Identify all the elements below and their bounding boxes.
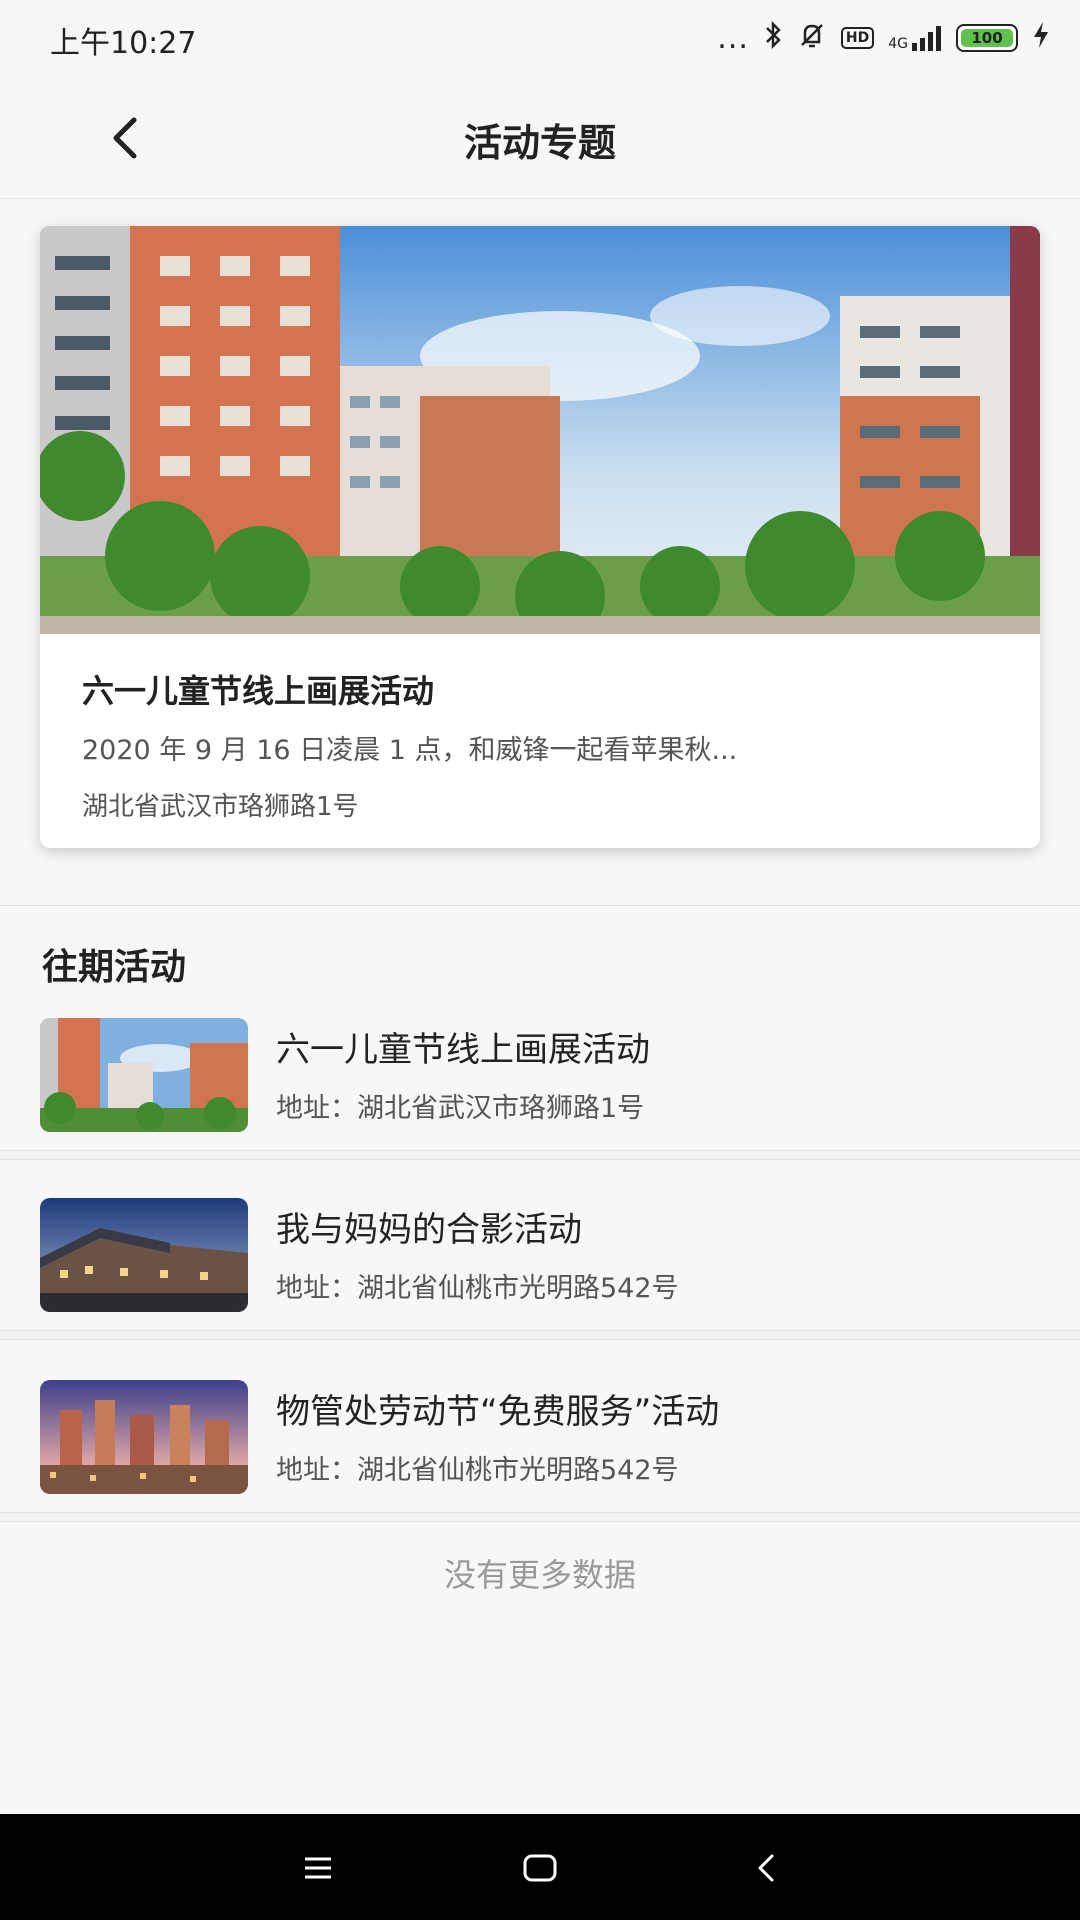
bluetooth-icon	[763, 20, 783, 56]
battery-icon: 100	[956, 24, 1018, 52]
mute-icon	[797, 20, 827, 56]
charging-icon	[1032, 21, 1050, 55]
featured-activity-card[interactable]: 六一儿童节线上画展活动 2020 年 9 月 16 日凌晨 1 点，和威锋一起看…	[40, 226, 1040, 848]
top-navigation-bar: 活动专题	[0, 80, 1080, 199]
more-dots: ...	[717, 20, 749, 56]
list-item[interactable]: 物管处劳动节“免费服务”活动 地址：湖北省仙桃市光明路542号	[0, 1362, 1080, 1522]
divider	[0, 905, 1080, 906]
past-activities-heading: 往期活动	[42, 947, 187, 988]
list-item[interactable]: 我与妈妈的合影活动 地址：湖北省仙桃市光明路542号	[0, 1180, 1080, 1340]
activity-thumbnail	[40, 1380, 248, 1494]
network-type: 4G	[888, 36, 908, 52]
menu-icon	[305, 1857, 331, 1879]
activity-title: 我与妈妈的合影活动	[276, 1210, 582, 1250]
home-icon	[523, 1854, 557, 1882]
featured-activity-description: 2020 年 9 月 16 日凌晨 1 点，和威锋一起看苹果秋...	[82, 735, 738, 766]
status-time: 上午10:27	[50, 26, 197, 61]
featured-activity-address: 湖北省武汉市珞狮路1号	[82, 792, 359, 822]
activity-address: 地址：湖北省仙桃市光明路542号	[276, 1273, 679, 1304]
menu-button[interactable]	[293, 1844, 343, 1892]
signal-icon: 4G	[888, 25, 942, 51]
activity-thumbnail	[40, 1018, 248, 1132]
home-button[interactable]	[515, 1844, 565, 1892]
activity-title: 六一儿童节线上画展活动	[276, 1030, 650, 1070]
page-title: 活动专题	[463, 121, 616, 165]
list-item[interactable]: 六一儿童节线上画展活动 地址：湖北省武汉市珞狮路1号	[0, 1000, 1080, 1160]
battery-level: 100	[971, 29, 1003, 47]
status-icons: ... HD 4G 100	[717, 18, 1050, 58]
activity-address: 地址：湖北省仙桃市光明路542号	[276, 1455, 679, 1486]
hd-icon: HD	[840, 27, 875, 49]
activity-address: 地址：湖北省武汉市珞狮路1号	[276, 1093, 645, 1124]
system-back-button[interactable]	[742, 1844, 792, 1892]
featured-activity-image	[40, 226, 1040, 634]
system-navigation-bar	[0, 1814, 1080, 1920]
back-icon	[758, 1854, 774, 1882]
activity-thumbnail	[40, 1198, 248, 1312]
featured-activity-title: 六一儿童节线上画展活动	[82, 672, 435, 710]
activity-title: 物管处劳动节“免费服务”活动	[276, 1392, 720, 1432]
status-bar: 上午10:27 ... HD 4G 100	[0, 0, 1080, 80]
no-more-data-text: 没有更多数据	[443, 1556, 636, 1594]
